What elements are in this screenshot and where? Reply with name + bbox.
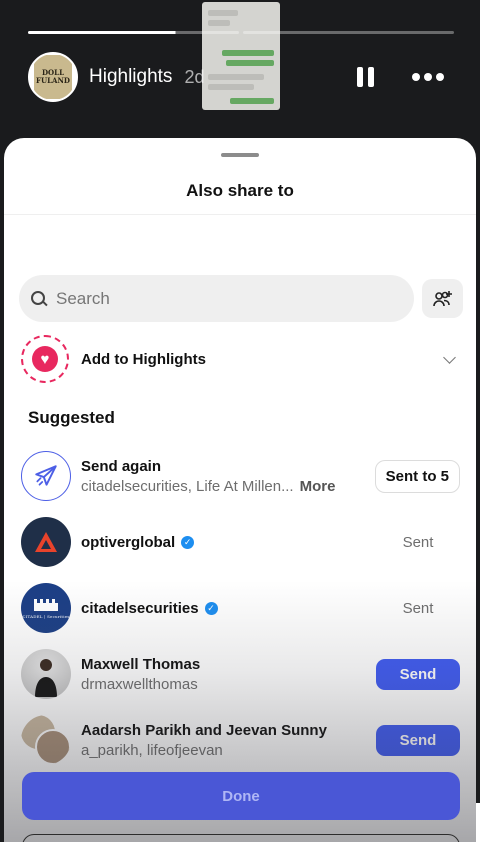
share-sheet: Also share to ♥ Add to Highlights Sugges… <box>4 138 476 842</box>
add-to-highlights-row[interactable]: ♥ Add to Highlights <box>21 334 458 384</box>
row-subtitle: citadelsecurities, Life At Millen... <box>81 477 294 495</box>
divider <box>4 214 476 215</box>
person-photo <box>35 659 57 697</box>
group-avatar <box>21 715 71 765</box>
send-again-avatar <box>21 451 71 501</box>
pause-icon[interactable] <box>357 67 374 87</box>
group-avatar-front <box>35 729 71 765</box>
row-name: Maxwell Thomas <box>81 655 201 673</box>
story-header: DOLL FULAND Highlights 2d <box>28 52 454 102</box>
story-time-ago: 2d <box>184 66 205 87</box>
list-item-maxwell-thomas[interactable]: Maxwell Thomas drmaxwellthomas Send <box>21 648 460 700</box>
list-item-optiverglobal[interactable]: optiverglobal ✓ Sent <box>21 516 460 568</box>
sent-label: Sent <box>376 534 460 551</box>
sheet-title: Also share to <box>186 181 294 200</box>
story-username[interactable]: Highlights <box>89 66 172 88</box>
heart-icon: ♥ <box>32 346 58 372</box>
row-subtitle: a_parikh, lifeofjeevan <box>81 741 223 759</box>
list-item-aadarsh-jeevan[interactable]: Aadarsh Parikh and Jeevan Sunny a_parikh… <box>21 714 460 766</box>
done-button[interactable]: Done <box>22 772 460 820</box>
more-options-icon[interactable] <box>412 73 444 81</box>
send-button[interactable]: Send <box>376 658 460 690</box>
progress-segment <box>28 31 239 34</box>
paper-plane-icon <box>35 465 57 486</box>
row-name: citadelsecurities <box>81 599 199 617</box>
book-cover-image: DOLL FULAND <box>34 55 72 99</box>
add-to-highlights-label: Add to Highlights <box>81 350 206 368</box>
chevron-down-icon[interactable] <box>443 350 456 364</box>
row-name: Send again <box>81 457 162 475</box>
sheet-grabber[interactable] <box>221 153 259 157</box>
verified-badge-icon: ✓ <box>204 601 218 615</box>
list-item-citadelsecurities[interactable]: CITADEL | Securities citadelsecurities ✓ … <box>21 582 460 634</box>
search-input[interactable] <box>56 288 376 309</box>
citadel-logo-icon <box>34 598 58 611</box>
bottom-edge <box>22 834 460 842</box>
more-link[interactable]: More <box>300 478 336 495</box>
optiver-logo-icon <box>35 532 57 552</box>
row-name: Aadarsh Parikh and Jeevan Sunny <box>81 721 327 739</box>
sent-label: Sent <box>376 600 460 617</box>
citadelsecurities-avatar: CITADEL | Securities <box>21 583 71 633</box>
screen: DOLL FULAND Highlights 2d Also share to <box>0 0 480 842</box>
send-button[interactable]: Send <box>376 724 460 756</box>
add-people-button[interactable] <box>422 279 463 318</box>
sent-to-5-button[interactable]: Sent to 5 <box>374 459 460 493</box>
optiverglobal-avatar <box>21 517 71 567</box>
search-icon <box>30 290 48 308</box>
search-bar[interactable] <box>19 275 414 322</box>
row-subtitle: drmaxwellthomas <box>81 675 198 693</box>
story-progress-bar <box>28 31 480 842</box>
row-name: optiverglobal <box>81 533 176 551</box>
story-avatar[interactable]: DOLL FULAND <box>28 52 78 102</box>
citadel-logo-text: CITADEL | Securities <box>22 613 70 619</box>
story-controls <box>357 67 454 87</box>
book-title-bottom: FULAND <box>36 76 70 85</box>
list-item-send-again[interactable]: Send again citadelsecurities, Life At Mi… <box>21 450 460 502</box>
suggested-heading: Suggested <box>28 408 115 427</box>
add-people-icon <box>432 290 452 306</box>
progress-segment <box>243 31 454 34</box>
highlight-ring: ♥ <box>21 335 69 383</box>
verified-badge-icon: ✓ <box>181 535 195 549</box>
maxwell-thomas-avatar <box>21 649 71 699</box>
